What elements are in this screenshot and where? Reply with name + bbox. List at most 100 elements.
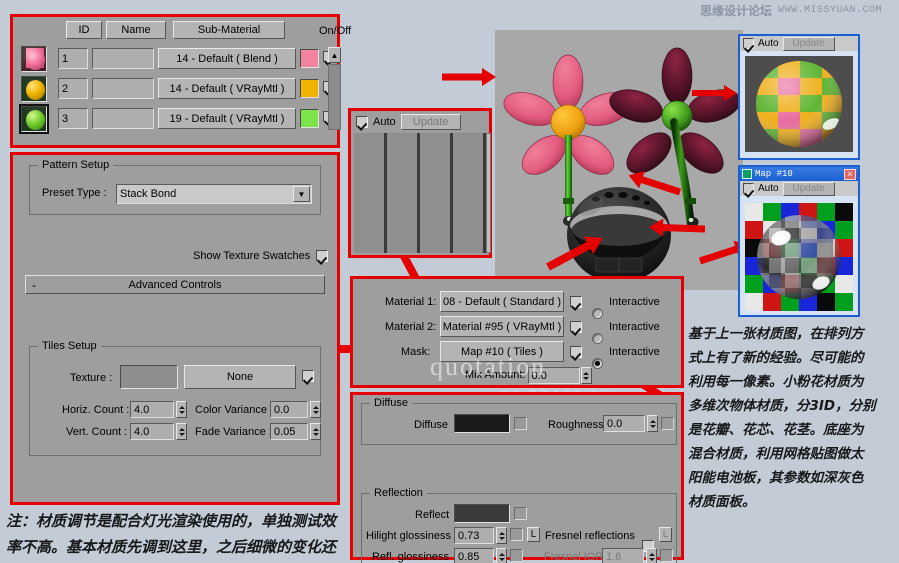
material-preview-window-1: Auto Update <box>738 34 860 160</box>
reflect-color-swatch[interactable] <box>454 504 510 523</box>
refl-glossiness-spinner[interactable] <box>496 548 507 563</box>
row-color-swatch[interactable] <box>300 79 319 98</box>
row-id-field[interactable]: 1 <box>58 48 88 69</box>
table-row: 2 14 - Default ( VRayMtl ) <box>21 75 335 103</box>
material-preview-swatch[interactable] <box>21 76 47 102</box>
material1-checkbox[interactable] <box>570 296 582 308</box>
tiles-parameters-panel: Pattern Setup Preset Type : Stack Bond ▼… <box>10 152 340 505</box>
pattern-setup-group: Pattern Setup Preset Type : Stack Bond ▼ <box>29 159 321 215</box>
row-sub-material-button[interactable]: 19 - Default ( VRayMtl ) <box>158 108 296 129</box>
diffuse-group-title: Diffuse <box>370 397 413 409</box>
tiles-texture-label: Texture : <box>70 372 113 384</box>
material-preview-swatch[interactable] <box>21 46 47 72</box>
notes-right-line: 基于上一张材质图，在排列方 <box>688 326 864 342</box>
hilight-glossiness-map-slot[interactable] <box>510 528 523 541</box>
row-name-field[interactable] <box>92 78 154 99</box>
color-variance-field[interactable]: 0.0 <box>270 401 308 418</box>
notes-right-line: 式上有了新的经验。尽可能的 <box>688 350 864 366</box>
mix-amount-label: Mix Amount: <box>465 369 526 381</box>
close-icon[interactable]: × <box>844 168 856 180</box>
row-id-field[interactable]: 3 <box>58 108 88 129</box>
preset-type-dropdown[interactable]: Stack Bond ▼ <box>116 184 312 204</box>
fresnel-ior-map-slot[interactable] <box>660 549 673 562</box>
vert-count-field[interactable]: 4.0 <box>130 423 174 440</box>
material2-interactive-label: Interactive <box>609 321 660 333</box>
auto-checkbox[interactable] <box>743 183 754 194</box>
material2-button[interactable]: Material #95 ( VRayMtl ) <box>440 316 564 337</box>
tiles-map-button[interactable]: None <box>184 365 296 389</box>
fade-variance-field[interactable]: 0.05 <box>270 423 308 440</box>
diffuse-color-swatch[interactable] <box>454 414 510 433</box>
app-icon <box>742 169 752 179</box>
auto-checkbox[interactable] <box>743 38 754 49</box>
notes-bottom-left: 注：材质调节是配合灯光渲染使用的，单独测试效率不高。基本材质先调到这里，之后细微… <box>6 512 337 556</box>
preview2-toolbar: Auto Update <box>740 181 858 196</box>
horiz-count-field[interactable]: 4.0 <box>130 401 174 418</box>
scroll-up-button[interactable]: ▲ <box>328 47 341 63</box>
hilight-glossiness-spinner[interactable] <box>496 527 507 544</box>
screenshot-root: 思缘设计论坛 WWW.MISSYUAN.COM ID Name Sub-Mate… <box>0 0 899 563</box>
roughness-map-slot[interactable] <box>661 417 674 430</box>
chevron-down-icon[interactable]: ▼ <box>293 186 310 202</box>
fade-variance-spinner[interactable] <box>310 423 321 440</box>
update-button[interactable]: Update <box>782 181 835 196</box>
row-name-field[interactable] <box>92 48 154 69</box>
material-preview-swatch[interactable] <box>19 104 49 134</box>
preview2-titlebar[interactable]: Map #10 × <box>740 167 858 181</box>
col-header-name[interactable]: Name <box>106 21 166 39</box>
mask-button[interactable]: Map #10 ( Tiles ) <box>440 341 564 362</box>
tiles-texture-color-swatch[interactable] <box>120 365 178 389</box>
update-button[interactable]: Update <box>400 114 461 130</box>
tile-preview-scrollbar[interactable] <box>486 133 491 253</box>
roughness-spinner[interactable] <box>647 415 658 432</box>
fresnel-lock-button[interactable]: L <box>659 527 672 542</box>
diffuse-map-slot[interactable] <box>514 417 527 430</box>
mask-interactive-radio[interactable] <box>592 358 603 369</box>
row-sub-material-button[interactable]: 14 - Default ( VRayMtl ) <box>158 78 296 99</box>
tiles-setup-group: Tiles Setup Texture : None Horiz. Count … <box>29 340 321 456</box>
blend-row-material1: Material 1: 08 - Default ( Standard ) In… <box>353 291 687 319</box>
row-id-field[interactable]: 2 <box>58 78 88 99</box>
color-variance-spinner[interactable] <box>310 401 321 418</box>
vray-basic-parameters-panel: Diffuse Diffuse Roughness 0.0 Reflection… <box>350 392 684 563</box>
mix-amount-field[interactable]: 0.0 <box>527 367 580 384</box>
hilight-glossiness-lock-button[interactable]: L <box>527 527 540 542</box>
material2-checkbox[interactable] <box>570 321 582 333</box>
fresnel-ior-spinner[interactable] <box>646 548 657 563</box>
preview1-sphere <box>756 61 842 147</box>
roughness-label: Roughness <box>548 419 604 431</box>
tile-preview-canvas <box>354 133 486 253</box>
advanced-controls-rollup[interactable]: - Advanced Controls <box>25 275 325 294</box>
refl-glossiness-map-slot[interactable] <box>510 549 523 562</box>
row-sub-material-button[interactable]: 14 - Default ( Blend ) <box>158 48 296 69</box>
scrollbar-track[interactable] <box>328 64 341 130</box>
show-texture-swatches-checkbox[interactable] <box>316 250 329 262</box>
notes-right-line: 是花瓣、花芯、花茎。底座为 <box>688 422 864 438</box>
hilight-glossiness-label: Hilight glossiness <box>366 530 451 542</box>
auto-checkbox[interactable] <box>356 116 368 128</box>
vert-count-spinner[interactable] <box>176 423 187 440</box>
refl-glossiness-label: Refl. glossiness <box>372 551 450 563</box>
update-button[interactable]: Update <box>782 36 835 51</box>
mix-amount-spinner[interactable] <box>580 367 592 384</box>
roughness-field[interactable]: 0.0 <box>603 415 645 432</box>
notes-right-line: 混合材质，利用网格贴图做太 <box>688 446 864 462</box>
horiz-count-spinner[interactable] <box>176 401 187 418</box>
reflect-map-slot[interactable] <box>514 507 527 520</box>
row-name-field[interactable] <box>92 108 154 129</box>
material1-button[interactable]: 08 - Default ( Standard ) <box>440 291 564 312</box>
fresnel-ior-field[interactable]: 1.6 <box>602 548 644 563</box>
pattern-setup-title: Pattern Setup <box>38 159 114 171</box>
col-header-id[interactable]: ID <box>66 21 102 39</box>
row-color-swatch[interactable] <box>300 109 319 128</box>
auto-label: Auto <box>758 182 779 194</box>
mask-checkbox[interactable] <box>570 346 582 358</box>
mask-interactive-label: Interactive <box>609 346 660 358</box>
hilight-glossiness-field[interactable]: 0.73 <box>454 527 494 544</box>
fade-variance-label: Fade Variance : <box>195 426 272 438</box>
show-texture-swatches-row: Show Texture Swatches <box>193 250 329 262</box>
col-header-sub-material[interactable]: Sub-Material <box>173 21 285 39</box>
row-color-swatch[interactable] <box>300 49 319 68</box>
refl-glossiness-field[interactable]: 0.85 <box>454 548 494 563</box>
tiles-map-checkbox[interactable] <box>302 370 314 382</box>
